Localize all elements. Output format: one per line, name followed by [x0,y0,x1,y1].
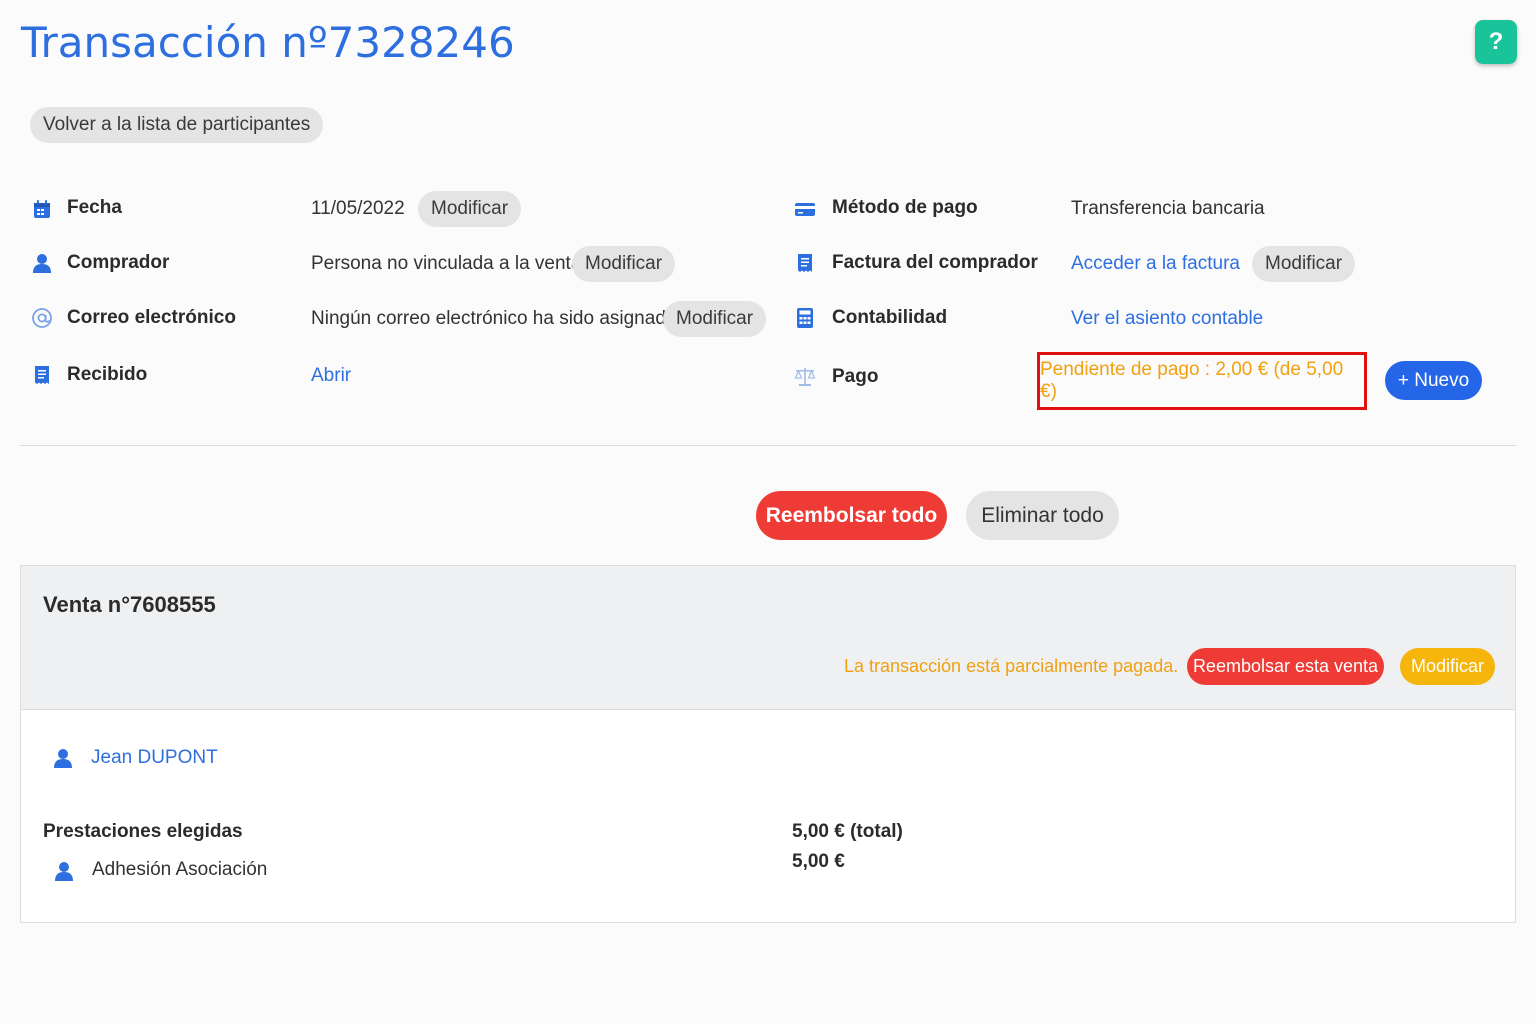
services-title: Prestaciones elegidas [43,821,243,842]
service-item-price: 5,00 € [792,851,845,872]
participant-link[interactable]: Jean DUPONT [91,747,218,769]
modify-date-button[interactable]: Modificar [418,191,522,227]
sale-card: Venta n°7608555 La transacción está parc… [20,565,1516,923]
invoice-label: Factura del comprador [832,252,1038,273]
calendar-icon [31,198,53,220]
buyer-row [31,245,53,281]
payment-method-row [794,191,816,227]
payment-method-label: Método de pago [832,197,978,218]
pending-payment-highlight: Pendiente de pago : 2,00 € (de 5,00 €) [1037,352,1367,410]
page-title: Transacción nº7328246 [21,18,515,67]
payment-method-value: Transferencia bancaria [1071,198,1265,219]
receipt-row [31,357,53,393]
modify-invoice-button[interactable]: Modificar [1252,246,1356,282]
email-value: Ningún correo electrónico ha sido asigna… [311,308,682,329]
receipt-icon [31,364,53,386]
help-button[interactable]: ? [1475,20,1517,64]
date-label: Fecha [67,197,122,218]
sale-status-text: La transacción está parcialmente pagada. [844,656,1179,676]
back-to-participants-button[interactable]: Volver a la lista de participantes [30,107,324,143]
service-item-name: Adhesión Asociación [92,859,268,880]
refund-sale-button[interactable]: Reembolsar esta venta [1187,648,1384,685]
divider [20,445,1516,446]
modify-sale-button[interactable]: Modificar [1400,648,1495,685]
date-row [31,191,53,227]
modify-email-button[interactable]: Modificar [663,301,767,337]
new-payment-button[interactable]: + Nuevo [1385,361,1482,400]
services-total: 5,00 € (total) [792,821,903,842]
invoice-icon [794,252,816,274]
scale-icon [794,366,816,388]
date-value: 11/05/2022 [311,198,405,219]
user-icon [31,252,53,274]
refund-all-button[interactable]: Reembolsar todo [756,491,947,540]
participant-user-icon [52,747,74,769]
invoice-row [794,245,816,281]
payment-row [794,359,816,395]
email-label: Correo electrónico [67,307,236,328]
payment-label: Pago [832,366,879,387]
pending-payment-status: Pendiente de pago : 2,00 € (de 5,00 €) [1040,359,1344,402]
credit-card-icon [794,198,816,220]
modify-buyer-button[interactable]: Modificar [572,246,676,282]
at-icon [31,307,53,329]
buyer-label: Comprador [67,252,170,273]
receipt-label: Recibido [67,364,148,385]
sale-card-header: Venta n°7608555 La transacción está parc… [21,566,1515,710]
access-invoice-link[interactable]: Acceder a la factura [1071,253,1240,275]
sale-title: Venta n°7608555 [43,592,216,617]
buyer-value: Persona no vinculada a la venta [311,253,582,274]
service-user-icon [53,860,75,882]
email-row [31,300,53,336]
delete-all-button[interactable]: Eliminar todo [966,491,1119,540]
view-accounting-entry-link[interactable]: Ver el asiento contable [1071,308,1263,330]
calculator-icon [794,307,816,329]
accounting-row [794,300,816,336]
open-receipt-link[interactable]: Abrir [311,365,351,387]
accounting-label: Contabilidad [832,307,948,328]
